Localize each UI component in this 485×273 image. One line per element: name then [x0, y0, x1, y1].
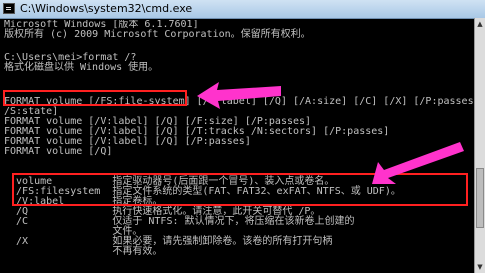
vertical-scrollbar[interactable]: ▲ ▼	[474, 18, 485, 273]
scroll-thumb[interactable]	[476, 168, 484, 228]
pink-arrow-icon	[372, 142, 464, 184]
format-syntax-highlight	[3, 90, 187, 106]
pink-arrow-icon	[197, 82, 281, 109]
title-bar[interactable]: C:\Windows\system32\cmd.exe	[0, 0, 485, 19]
window-title: C:\Windows\system32\cmd.exe	[20, 2, 193, 15]
console-line: 不再有效。	[4, 246, 163, 257]
scroll-up-icon[interactable]: ▲	[476, 19, 484, 29]
console-line: 格式化磁盘以供 Windows 使用。	[4, 62, 159, 73]
cmd-app-icon	[3, 3, 15, 14]
console-line: 版权所有 (c) 2009 Microsoft Corporation。保留所有…	[4, 29, 311, 40]
scroll-down-icon[interactable]: ▼	[476, 262, 484, 272]
cmd-window: C:\Windows\system32\cmd.exe Microsoft Wi…	[0, 0, 485, 273]
console-line: FORMAT volume [/Q]	[4, 146, 113, 157]
